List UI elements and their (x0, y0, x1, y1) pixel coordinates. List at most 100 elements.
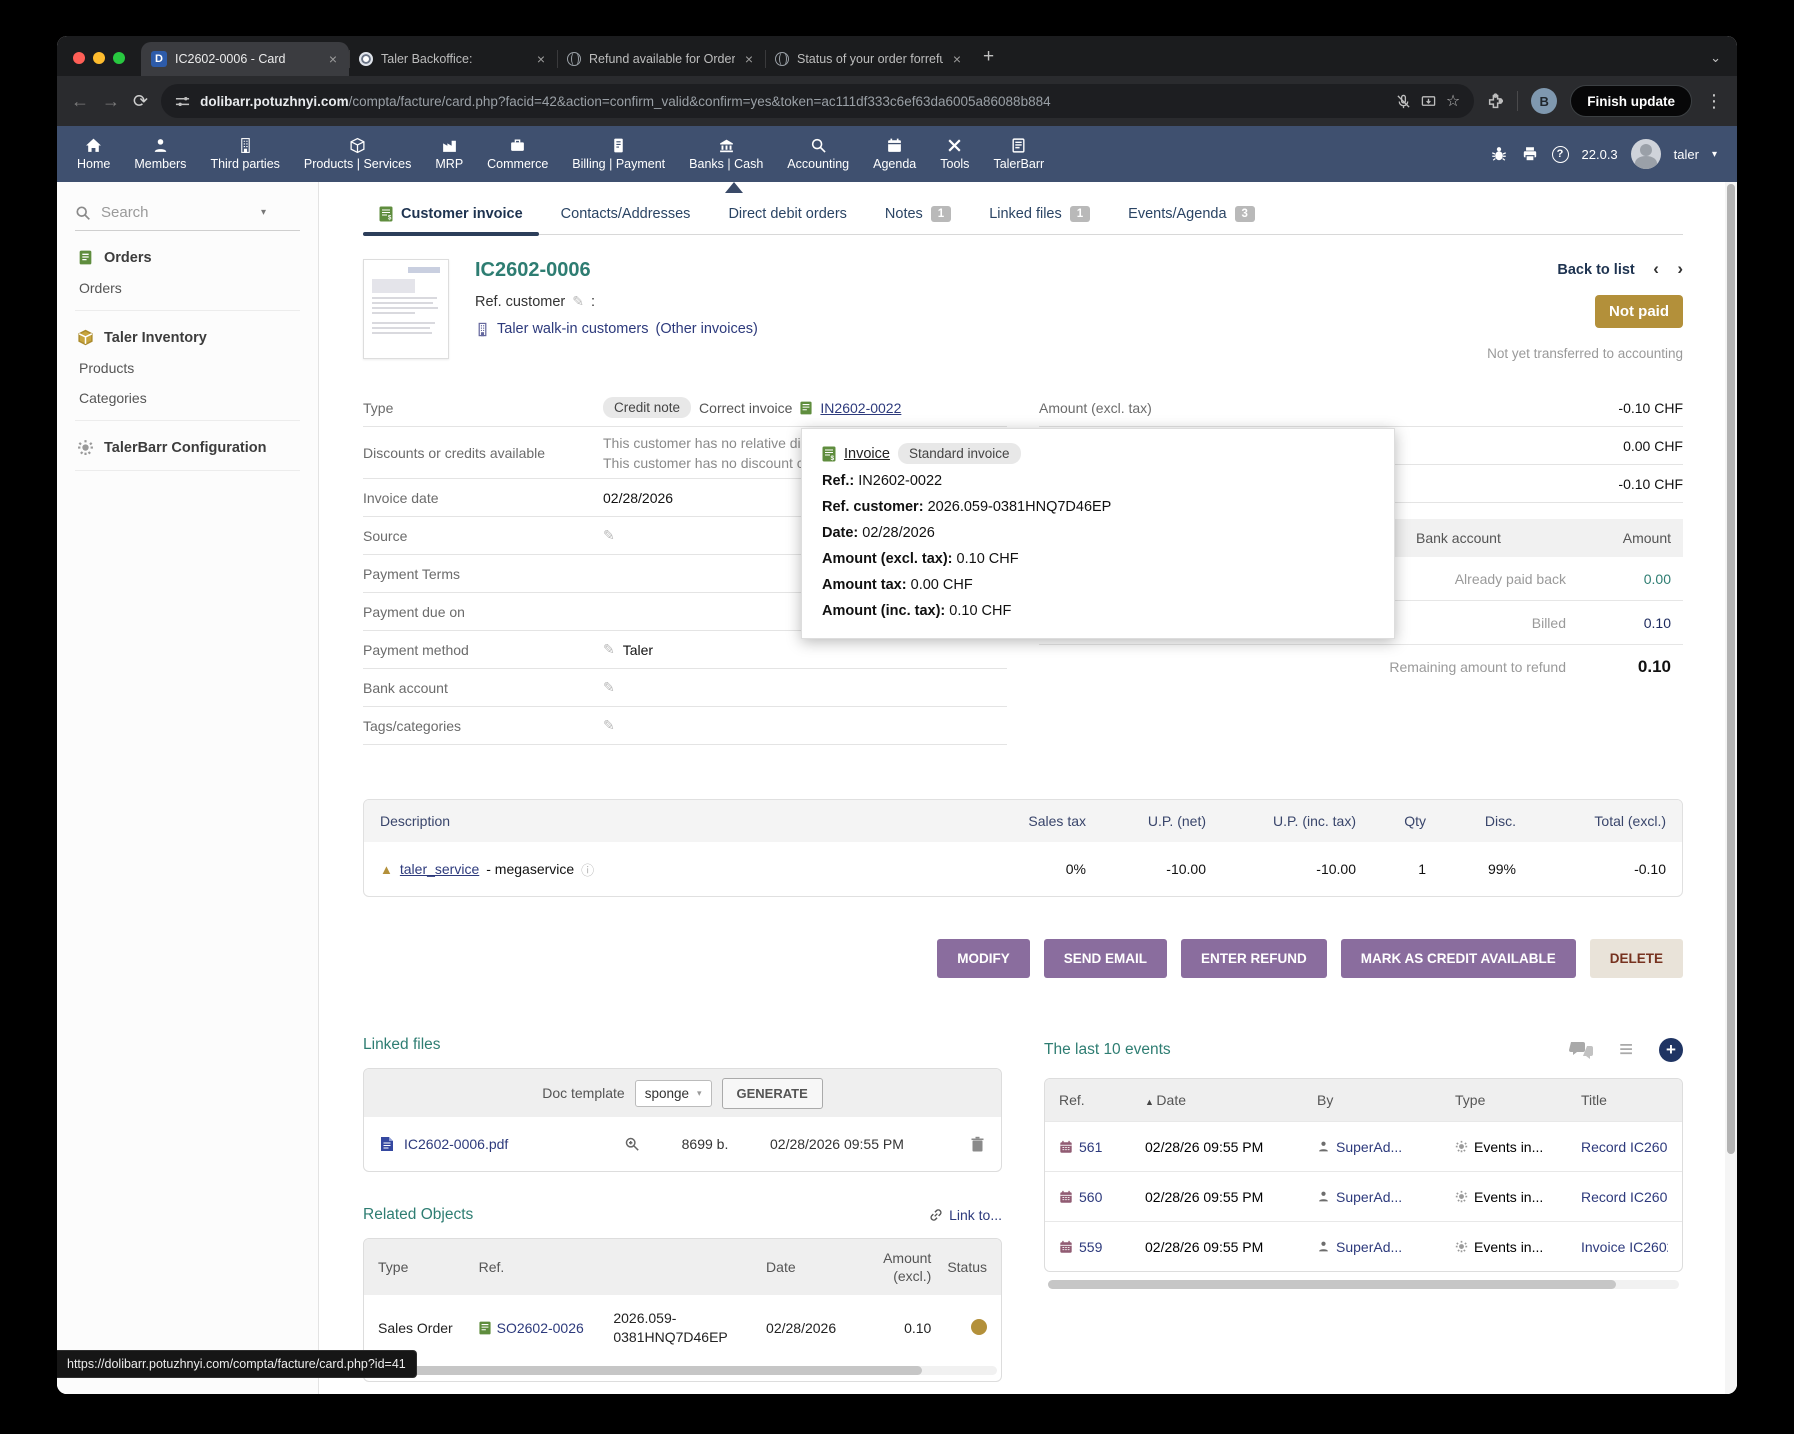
browser-menu-kebab-icon[interactable]: ⋮ (1705, 91, 1723, 112)
event-ref-link[interactable]: 561 (1079, 1139, 1102, 1155)
menu-home[interactable]: Home (77, 137, 110, 171)
messages-bubble-icon[interactable] (1569, 1040, 1593, 1060)
finish-update-button[interactable]: Finish update (1570, 85, 1692, 117)
sales-order-link[interactable]: SO2602-0026 (497, 1320, 584, 1336)
thirdparty-link[interactable]: Taler walk-in customers (497, 321, 649, 337)
event-title-link[interactable]: Record IC2602-0006 modifie (1581, 1139, 1668, 1155)
horizontal-scrollbar[interactable] (368, 1366, 997, 1375)
user-menu-caret-icon[interactable]: ▾ (1712, 149, 1717, 160)
edit-pencil-icon[interactable]: ✎ (603, 527, 615, 544)
back-to-list-link[interactable]: Back to list (1557, 262, 1634, 278)
tab-customer-invoice[interactable]: $ Customer invoice (363, 196, 539, 234)
menu-talerbarr[interactable]: TalerBarr (993, 137, 1044, 171)
tab-events-agenda[interactable]: Events/Agenda3 (1112, 196, 1271, 234)
install-icon[interactable] (1421, 94, 1436, 109)
forward-icon[interactable]: → (102, 91, 120, 112)
other-invoices-link[interactable]: (Other invoices) (656, 321, 758, 337)
debug-bug-icon[interactable] (1490, 145, 1508, 163)
tab-contacts-addresses[interactable]: Contacts/Addresses (545, 196, 707, 234)
help-icon[interactable]: ? (1552, 146, 1569, 163)
modify-button[interactable]: MODIFY (937, 939, 1030, 978)
generate-button[interactable]: GENERATE (722, 1078, 823, 1109)
menu-agenda[interactable]: Agenda (873, 137, 916, 171)
correct-invoice-link[interactable]: IN2602-0022 (820, 400, 901, 416)
tab-notes[interactable]: Notes1 (869, 196, 967, 234)
bookmark-star-icon[interactable]: ☆ (1446, 91, 1460, 111)
back-icon[interactable]: ← (71, 91, 89, 112)
event-ref-link[interactable]: 559 (1079, 1239, 1102, 1255)
extensions-puzzle-icon[interactable] (1487, 93, 1504, 110)
site-info-icon[interactable] (175, 94, 190, 109)
tooltip-invoice-link[interactable]: Invoice (844, 446, 890, 462)
doc-template-select[interactable]: sponge ▾ (635, 1080, 712, 1107)
invoice-thumbnail[interactable] (363, 259, 449, 359)
edit-pencil-icon[interactable]: ✎ (603, 679, 615, 696)
zoom-window-button[interactable] (113, 52, 125, 64)
sidebar-item-categories[interactable]: Categories (79, 390, 298, 406)
browser-tab-active[interactable]: D IC2602-0006 - Card × (141, 42, 349, 76)
link-to-link[interactable]: Link to... (929, 1207, 1002, 1223)
sidebar-search[interactable]: ▾ (75, 204, 300, 231)
tab-direct-debit-orders[interactable]: Direct debit orders (712, 196, 862, 234)
sidebar-item-orders[interactable]: Orders (79, 280, 298, 296)
event-ref-link[interactable]: 560 (1079, 1189, 1102, 1205)
event-user-link[interactable]: SuperAd... (1336, 1189, 1402, 1205)
reload-icon[interactable]: ⟳ (133, 91, 148, 112)
linked-file-link[interactable]: IC2602-0006.pdf (404, 1136, 614, 1152)
browser-tab[interactable]: Taler Backoffice: × (349, 42, 557, 76)
close-tab-icon[interactable]: × (535, 51, 547, 67)
event-user-link[interactable]: SuperAd... (1336, 1239, 1402, 1255)
menu-billing-payment[interactable]: Billing | Payment (572, 137, 665, 171)
menu-third-parties[interactable]: Third parties (210, 137, 279, 171)
sidebar-item-products[interactable]: Products (79, 360, 298, 376)
tab-linked-files[interactable]: Linked files1 (973, 196, 1106, 234)
menu-banks-cash[interactable]: Banks | Cash (689, 137, 763, 171)
mic-blocked-icon[interactable] (1396, 94, 1411, 109)
info-icon[interactable]: ⓘ (581, 860, 594, 879)
profile-avatar[interactable]: B (1531, 88, 1557, 114)
menu-products-services[interactable]: Products | Services (304, 137, 411, 171)
previous-record-icon[interactable]: ‹ (1653, 259, 1659, 278)
vertical-scrollbar[interactable] (1725, 182, 1737, 1394)
list-view-icon[interactable]: ≡ (1619, 1036, 1633, 1064)
window-controls[interactable] (73, 52, 125, 64)
sidebar-item-talerbarr-config[interactable]: TalerBarr Configuration (104, 440, 266, 456)
events-date-sort[interactable]: ▲ Date (1145, 1092, 1317, 1108)
close-window-button[interactable] (73, 52, 85, 64)
delete-button[interactable]: DELETE (1590, 939, 1683, 978)
minimize-window-button[interactable] (93, 52, 105, 64)
mark-credit-available-button[interactable]: MARK AS CREDIT AVAILABLE (1341, 939, 1576, 978)
browser-tab[interactable]: Refund available for Order to × (557, 42, 765, 76)
user-avatar[interactable] (1631, 139, 1661, 169)
event-user-link[interactable]: SuperAd... (1336, 1139, 1402, 1155)
menu-mrp[interactable]: MRP (435, 137, 463, 171)
horizontal-scrollbar[interactable] (1048, 1280, 1679, 1289)
next-record-icon[interactable]: › (1677, 259, 1683, 278)
edit-pencil-icon[interactable]: ✎ (572, 293, 584, 310)
enter-refund-button[interactable]: ENTER REFUND (1181, 939, 1327, 978)
preview-magnifier-icon[interactable] (624, 1136, 640, 1152)
menu-tools[interactable]: Tools (940, 137, 969, 171)
search-caret-icon[interactable]: ▾ (261, 207, 266, 218)
edit-pencil-icon[interactable]: ✎ (603, 717, 615, 734)
event-title-link[interactable]: Invoice IC2602-0006 validate (1581, 1239, 1668, 1255)
trash-icon[interactable] (970, 1136, 985, 1152)
close-tab-icon[interactable]: × (951, 51, 963, 67)
new-tab-button[interactable]: + (983, 46, 994, 68)
browser-tab[interactable]: Status of your order forrefund × (765, 42, 973, 76)
close-tab-icon[interactable]: × (743, 51, 755, 67)
address-bar[interactable]: dolibarr.potuzhnyi.com/compta/facture/ca… (161, 84, 1474, 118)
menu-members[interactable]: Members (134, 137, 186, 171)
edit-pencil-icon[interactable]: ✎ (603, 641, 615, 658)
close-tab-icon[interactable]: × (327, 51, 339, 67)
menu-accounting[interactable]: Accounting (787, 137, 849, 171)
menu-commerce[interactable]: Commerce (487, 137, 548, 171)
tab-search-chevron-icon[interactable]: ⌄ (1710, 50, 1721, 66)
event-title-link[interactable]: Record IC2602-0006 modifie (1581, 1189, 1668, 1205)
print-icon[interactable] (1521, 145, 1539, 163)
add-event-button[interactable]: + (1659, 1038, 1683, 1062)
send-email-button[interactable]: SEND EMAIL (1044, 939, 1167, 978)
search-input[interactable] (101, 204, 251, 221)
user-menu[interactable]: taler (1674, 147, 1699, 162)
product-link[interactable]: taler_service (400, 861, 479, 877)
